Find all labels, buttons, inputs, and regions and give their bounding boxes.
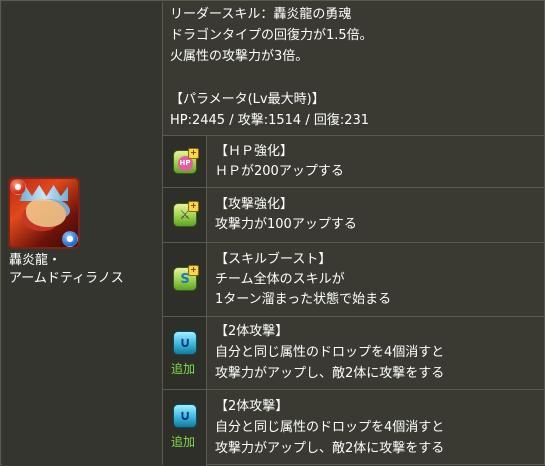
monster-info-table: ● ● 轟炎龍・ アームドティラノス リーダースキル：轟炎龍の勇魂 ドラゴンタイ… <box>0 0 545 466</box>
awakening-icon-cell: S + <box>163 243 207 316</box>
attack-enhance-icon[interactable]: ⚔ + <box>173 201 199 227</box>
awakening-title: 【2体攻撃】 <box>215 399 289 414</box>
awakening-title: 【攻撃強化】 <box>215 197 294 212</box>
awakening-row-skill-boost: S + 【スキルブースト】 チーム全体のスキルが 1ターン溜まった状態で始まる <box>163 243 545 317</box>
water-orb-icon: ● <box>62 231 78 247</box>
awakening-desc: 自分と同じ属性のドロップを4個消すと <box>215 345 445 360</box>
leader-skill-line: ドラゴンタイプの回復力が1.5倍。 <box>170 28 373 43</box>
dragon-head-icon <box>26 199 66 227</box>
awakening-row-two-way: ∪ 追加 【2体攻撃】 自分と同じ属性のドロップを4個消すと 攻撃力がアップし、… <box>163 390 545 466</box>
two-way-attack-icon[interactable]: ∪ <box>173 404 197 428</box>
awakening-row-attack: ⚔ + 【攻撃強化】 攻撃力が100アップする <box>163 188 545 243</box>
added-badge: 追加 <box>171 362 196 376</box>
awakening-row-hp: HP + 【ＨＰ強化】 ＨＰが200アップする <box>163 136 545 188</box>
awakening-icon-cell: ∪ 追加 <box>163 390 207 466</box>
monster-name-line2: アームドティラノス <box>9 271 124 286</box>
fire-orb-icon: ● <box>10 179 26 195</box>
leader-skill-cell: リーダースキル：轟炎龍の勇魂 ドラゴンタイプの回復力が1.5倍。 火属性の攻撃力… <box>163 2 545 136</box>
added-badge: 追加 <box>171 435 196 449</box>
awakening-desc: 攻撃力が100アップする <box>215 217 357 232</box>
awakening-desc: チーム全体のスキルが <box>215 272 345 287</box>
awakening-desc: 自分と同じ属性のドロップを4個消すと <box>215 420 445 435</box>
monster-name-line1: 轟炎龍・ <box>9 253 62 268</box>
awakening-row-two-way: ∪ 追加 【2体攻撃】 自分と同じ属性のドロップを4個消すと 攻撃力がアップし、… <box>163 317 545 390</box>
awakening-desc: 1ターン溜まった状態で始まる <box>215 292 392 307</box>
awakening-title: 【2体攻撃】 <box>215 324 289 339</box>
awakening-icon-cell: ⚔ + <box>163 188 207 242</box>
awakening-icon-cell: ∪ 追加 <box>163 317 207 389</box>
leader-skill-title: リーダースキル：轟炎龍の勇魂 <box>170 7 352 22</box>
skill-boost-icon[interactable]: S + <box>173 265 199 291</box>
param-values: HP:2445 / 攻撃:1514 / 回復:231 <box>170 113 370 128</box>
awakening-title: 【スキルブースト】 <box>215 252 332 267</box>
awakening-icon-cell: HP + <box>163 136 207 187</box>
awakening-title: 【ＨＰ強化】 <box>215 144 294 159</box>
param-heading: 【パラメータ(Lv最大時)】 <box>170 92 325 107</box>
awakening-desc: 攻撃力がアップし、敵2体に攻撃をする <box>215 366 445 381</box>
two-way-attack-icon[interactable]: ∪ <box>173 331 197 355</box>
hp-enhance-icon[interactable]: HP + <box>173 148 199 174</box>
leader-skill-line: 火属性の攻撃力が3倍。 <box>170 49 309 64</box>
monster-avatar[interactable]: ● ● <box>8 177 80 249</box>
awakening-desc: 攻撃力がアップし、敵2体に攻撃をする <box>215 441 445 456</box>
monster-cell: ● ● 轟炎龍・ アームドティラノス <box>2 2 163 465</box>
monster-name[interactable]: 轟炎龍・ アームドティラノス <box>9 252 124 288</box>
awakening-desc: ＨＰが200アップする <box>215 164 344 179</box>
